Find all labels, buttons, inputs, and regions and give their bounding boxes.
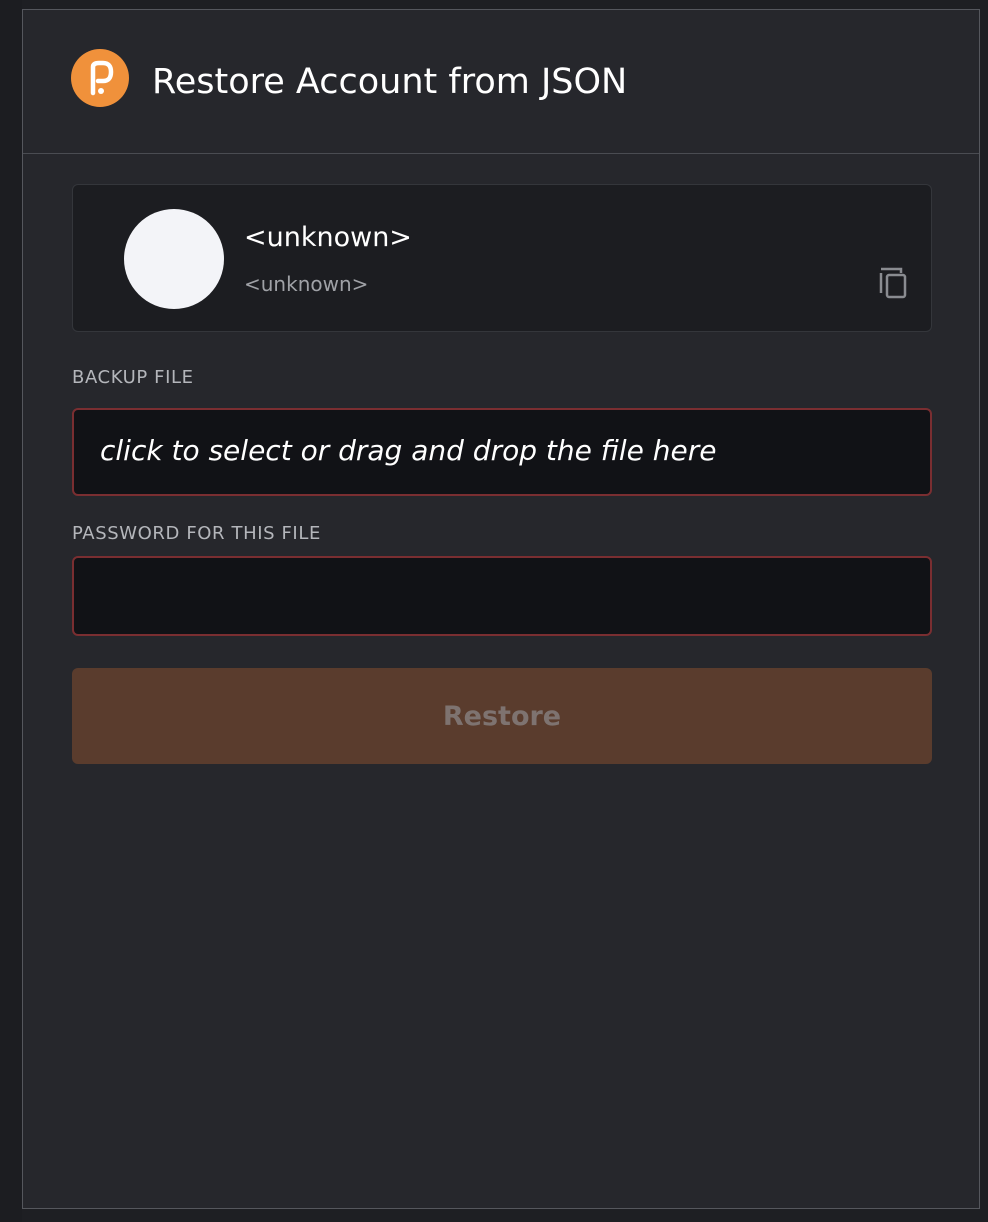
- polkadot-logo-icon: [71, 49, 129, 107]
- account-address: <unknown>: [244, 272, 369, 296]
- backup-file-label: BACKUP FILE: [72, 367, 194, 388]
- backup-file-placeholder: click to select or drag and drop the fil…: [100, 434, 717, 467]
- restore-button[interactable]: Restore: [72, 668, 932, 764]
- copy-icon[interactable]: [877, 265, 911, 301]
- password-input[interactable]: [72, 556, 932, 636]
- backup-file-dropzone[interactable]: click to select or drag and drop the fil…: [72, 408, 932, 496]
- page-title: Restore Account from JSON: [152, 62, 628, 102]
- account-name: <unknown>: [244, 222, 412, 253]
- restore-popup: Restore Account from JSON <unknown> <unk…: [22, 9, 980, 1209]
- account-card: <unknown> <unknown>: [72, 184, 932, 332]
- header: Restore Account from JSON: [23, 10, 979, 154]
- background-strip: [0, 0, 22, 1222]
- password-label: PASSWORD FOR THIS FILE: [72, 523, 321, 544]
- account-avatar: [124, 209, 224, 309]
